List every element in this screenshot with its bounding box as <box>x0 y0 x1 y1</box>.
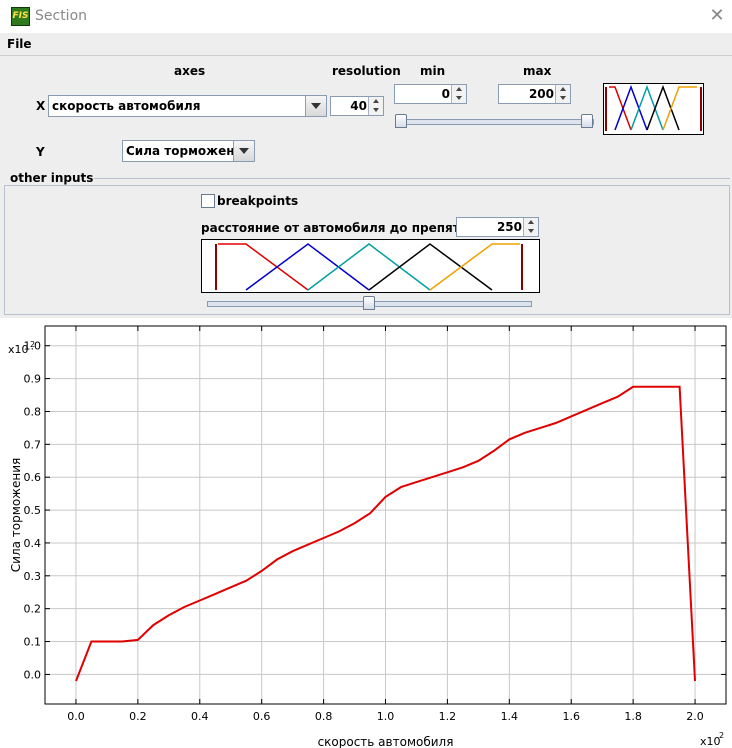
spin-down-icon[interactable] <box>556 94 570 103</box>
section-plot: 0.0 0.2 0.4 0.6 0.8 1.0 1.2 1.4 1.6 1.8 2.0 0.0 0.1 0… <box>8 325 727 748</box>
other-input-mf-preview <box>201 239 540 293</box>
other-input-slider-thumb[interactable] <box>363 296 375 310</box>
menu-file[interactable]: File <box>7 37 32 51</box>
y-variable-value: Сила торможения <box>126 144 251 158</box>
axes-header: axes <box>174 64 206 78</box>
breakpoints-label: breakpoints <box>217 194 299 208</box>
x-axis-label: X <box>36 99 46 113</box>
y-axis-title: Сила торможения <box>9 458 23 572</box>
chevron-down-icon[interactable] <box>305 96 326 116</box>
x-tick-label: 1.8 <box>624 710 642 723</box>
chevron-down-icon[interactable] <box>233 141 254 161</box>
x-multiplier-exp: 2 <box>719 731 724 740</box>
x-variable-value: скорость автомобиля <box>52 99 201 113</box>
x-variable-select[interactable]: скорость автомобиля <box>48 95 327 117</box>
y-tick-label: 0.3 <box>24 570 42 583</box>
min-header: min <box>420 64 446 78</box>
resolution-header: resolution <box>332 64 401 78</box>
x-range-min-thumb[interactable] <box>395 114 407 128</box>
y-tick-label: 0.7 <box>24 438 42 451</box>
menu-bar <box>0 33 732 56</box>
x-min-value: 0 <box>441 87 450 101</box>
y-variable-select[interactable]: Сила торможения <box>122 140 255 162</box>
x-max-spinner[interactable]: 200 <box>498 84 571 104</box>
x-range-max-thumb[interactable] <box>581 114 593 128</box>
y-tick-label: 0.2 <box>24 603 42 616</box>
x-max-value: 200 <box>528 87 554 101</box>
y-multiplier: x10 <box>8 343 29 356</box>
title-bar <box>0 0 732 33</box>
x-tick-label: 2.0 <box>686 710 704 723</box>
other-input-value: 250 <box>496 220 522 234</box>
resolution-spinner[interactable]: 40 <box>330 96 384 116</box>
x-tick-label: 0.8 <box>315 710 333 723</box>
y-tick-label: 0.4 <box>24 537 42 550</box>
breakpoints-checkbox[interactable] <box>201 194 215 208</box>
x-tick-label: 1.4 <box>501 710 519 723</box>
other-input-spinner[interactable]: 250 <box>456 217 539 237</box>
other-inputs-title: other inputs <box>9 171 95 185</box>
x-tick-label: 0.0 <box>67 710 85 723</box>
y-tick-label: 0.5 <box>24 504 42 517</box>
y-tick-label: 0.8 <box>24 405 42 418</box>
y-axis-label: Y <box>36 145 45 159</box>
fis-app-icon: FIS <box>11 7 30 26</box>
y-tick-label: 0.0 <box>24 668 42 681</box>
other-input-name: расстояние от автомобиля до препятствия <box>201 221 498 235</box>
y-tick-label: 0.1 <box>24 636 42 649</box>
window-title: Section <box>35 8 88 24</box>
group-separator <box>82 178 730 179</box>
close-button[interactable]: ✕ <box>706 5 728 27</box>
x-axis-title: скорость автомобиля <box>318 735 454 748</box>
x-min-spinner[interactable]: 0 <box>394 84 467 104</box>
y-tick-label: 0.6 <box>24 471 42 484</box>
x-tick-label: 0.6 <box>253 710 271 723</box>
x-range-slider-track[interactable] <box>398 119 594 125</box>
spin-down-icon[interactable] <box>524 227 538 236</box>
x-multiplier: x10 <box>700 735 721 748</box>
x-tick-label: 1.2 <box>439 710 457 723</box>
x-tick-label: 0.4 <box>191 710 209 723</box>
x-tick-label: 1.6 <box>562 710 580 723</box>
x-mf-preview <box>603 83 704 135</box>
max-header: max <box>523 64 552 78</box>
x-tick-label: 1.0 <box>377 710 395 723</box>
x-tick-label: 0.2 <box>129 710 147 723</box>
y-multiplier-exp: 2 <box>30 340 35 349</box>
resolution-value: 40 <box>350 99 367 113</box>
y-tick-label: 0.9 <box>24 373 42 386</box>
spin-down-icon[interactable] <box>369 106 383 115</box>
spin-down-icon[interactable] <box>452 94 466 103</box>
